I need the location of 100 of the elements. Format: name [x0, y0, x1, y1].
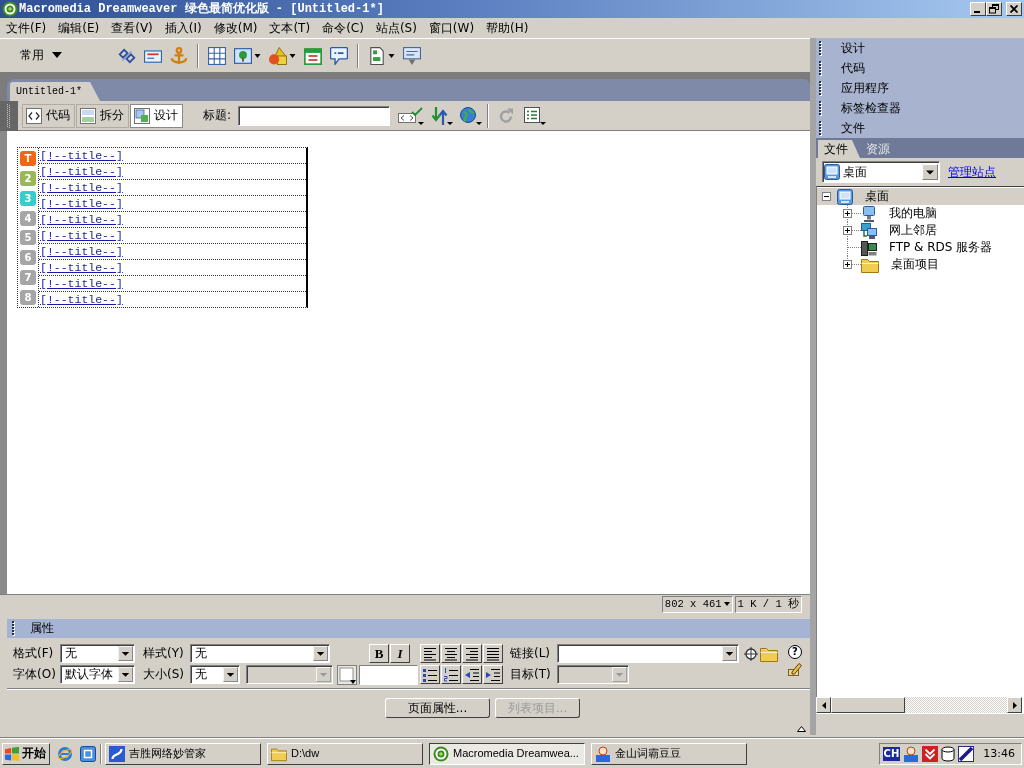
panel-group-title[interactable]: 代码 [841, 60, 865, 76]
list-options-icon[interactable] [524, 106, 547, 125]
plus-box-icon[interactable] [843, 260, 852, 269]
scroll-left-button[interactable] [816, 697, 831, 713]
title-link[interactable]: [!--title--] [40, 149, 123, 162]
menu-item[interactable]: 窗口(W) [422, 19, 481, 37]
down-arrows-icon[interactable] [922, 745, 939, 762]
numbered-list-button[interactable] [441, 665, 461, 684]
tree-item[interactable]: 我的电脑 [817, 205, 1024, 222]
plus-box-icon[interactable] [843, 226, 852, 235]
font-select[interactable]: 默认字体 [60, 665, 135, 684]
link-select[interactable] [557, 644, 739, 663]
view-tab[interactable]: 拆分 [76, 103, 129, 128]
taskbar-button[interactable]: 吉胜网络妙管家 [105, 742, 261, 765]
panel-header[interactable]: 属性 [7, 619, 810, 638]
window-icon[interactable] [403, 46, 421, 65]
title-link[interactable]: [!--title--] [40, 293, 123, 306]
site-select[interactable]: 桌面 [822, 161, 940, 183]
scrollbar-thumb[interactable] [831, 697, 905, 713]
menu-item[interactable]: 修改(M) [207, 19, 264, 37]
start-button[interactable]: 开始 [2, 742, 50, 765]
caret-icon[interactable] [254, 53, 261, 58]
panel-group-title[interactable]: 文件 [841, 120, 865, 136]
title-link[interactable]: [!--title--] [40, 245, 123, 258]
chain-link-icon[interactable] [118, 46, 136, 65]
crosshair-icon[interactable] [744, 646, 758, 661]
table-icon[interactable] [208, 46, 226, 65]
caret-icon[interactable] [388, 53, 395, 58]
pencil-icon[interactable] [788, 662, 802, 676]
taskbar-button[interactable]: 金山词霸豆豆 [591, 742, 747, 765]
app-icon[interactable] [80, 745, 96, 762]
tree-item[interactable]: 网上邻居 [817, 222, 1024, 239]
title-link[interactable]: [!--title--] [40, 197, 123, 210]
category-dropdown[interactable]: 常用 [18, 48, 64, 63]
bold-button[interactable]: B [369, 644, 389, 663]
calendar-icon[interactable] [304, 46, 322, 65]
document-tab[interactable]: Untitled-1* [10, 82, 100, 101]
menu-item[interactable]: 编辑(E) [52, 19, 106, 37]
title-link[interactable]: [!--title--] [40, 213, 123, 226]
taskbar-button[interactable]: D:\dw [267, 742, 423, 765]
grip-icon[interactable] [819, 100, 822, 116]
tree-item[interactable]: 桌面项目 [817, 256, 1024, 273]
panel-tab[interactable]: 文件 [818, 140, 860, 158]
up-down-arrows-icon[interactable] [431, 106, 454, 125]
menu-item[interactable]: 命令(C) [316, 19, 370, 37]
menu-item[interactable]: 帮助(H) [480, 19, 535, 37]
image-icon[interactable] [234, 46, 252, 65]
indent-button[interactable] [483, 665, 503, 684]
format-select[interactable]: 无 [60, 644, 135, 663]
scroll-right-button[interactable] [1007, 697, 1022, 713]
tree-item[interactable]: 桌面 [817, 188, 1024, 205]
grip-icon[interactable] [819, 80, 822, 96]
menu-item[interactable]: 文本(T) [263, 19, 317, 37]
grip-icon[interactable] [12, 621, 15, 636]
panel-tab[interactable]: 资源 [860, 140, 902, 158]
menu-item[interactable]: 站点(S) [369, 19, 423, 37]
align-right-button[interactable] [462, 644, 482, 663]
panel-group-title[interactable]: 应用程序 [841, 80, 889, 96]
expander-arrow-icon[interactable] [797, 726, 806, 732]
globe-icon[interactable] [460, 106, 483, 125]
color-swatch-icon[interactable] [337, 664, 357, 685]
grip-icon[interactable] [819, 60, 822, 76]
document-icon[interactable] [368, 46, 386, 65]
grip-icon[interactable] [819, 120, 822, 136]
title-link[interactable]: [!--title--] [40, 165, 123, 178]
menu-item[interactable]: 查看(V) [105, 19, 159, 37]
speech-bubble-icon[interactable] [330, 46, 348, 65]
language-indicator[interactable]: CH [882, 746, 901, 761]
outdent-button[interactable] [462, 665, 482, 684]
close-button[interactable] [1006, 2, 1022, 16]
minimize-button[interactable] [970, 2, 986, 16]
page-properties-button[interactable]: 页面属性... [385, 698, 490, 718]
title-link[interactable]: [!--title--] [40, 261, 123, 274]
title-link[interactable]: [!--title--] [40, 277, 123, 290]
minus-box-icon[interactable] [822, 192, 831, 201]
title-input[interactable] [238, 105, 391, 126]
align-center-button[interactable] [441, 644, 461, 663]
color-input[interactable] [359, 664, 418, 685]
taskbar-button[interactable]: Macromedia Dreamwea... [429, 742, 585, 765]
style-select[interactable]: 无 [190, 644, 330, 663]
cylinder-icon[interactable] [941, 745, 956, 762]
menu-item[interactable]: 插入(I) [158, 19, 208, 37]
tray-app-icon[interactable] [958, 745, 975, 762]
validate-check-icon[interactable] [398, 106, 425, 125]
caret-icon[interactable] [289, 53, 296, 58]
window-size-dropdown[interactable]: 802 x 461 [661, 595, 733, 613]
justify-button[interactable] [483, 644, 503, 663]
title-link[interactable]: [!--title--] [40, 229, 123, 242]
view-tab[interactable]: 代码 [22, 103, 75, 128]
person-icon[interactable] [903, 745, 920, 762]
grip-icon[interactable] [819, 40, 822, 56]
browser-icon[interactable] [57, 745, 73, 762]
folder-icon[interactable] [760, 645, 778, 662]
italic-button[interactable]: I [390, 644, 410, 663]
panel-group-title[interactable]: 标签检查器 [841, 100, 901, 116]
help-button[interactable]: ? [788, 645, 802, 659]
plus-box-icon[interactable] [843, 209, 852, 218]
title-link[interactable]: [!--title--] [40, 181, 123, 194]
view-tab[interactable]: 设计 [130, 103, 183, 128]
restore-button[interactable] [986, 2, 1002, 16]
